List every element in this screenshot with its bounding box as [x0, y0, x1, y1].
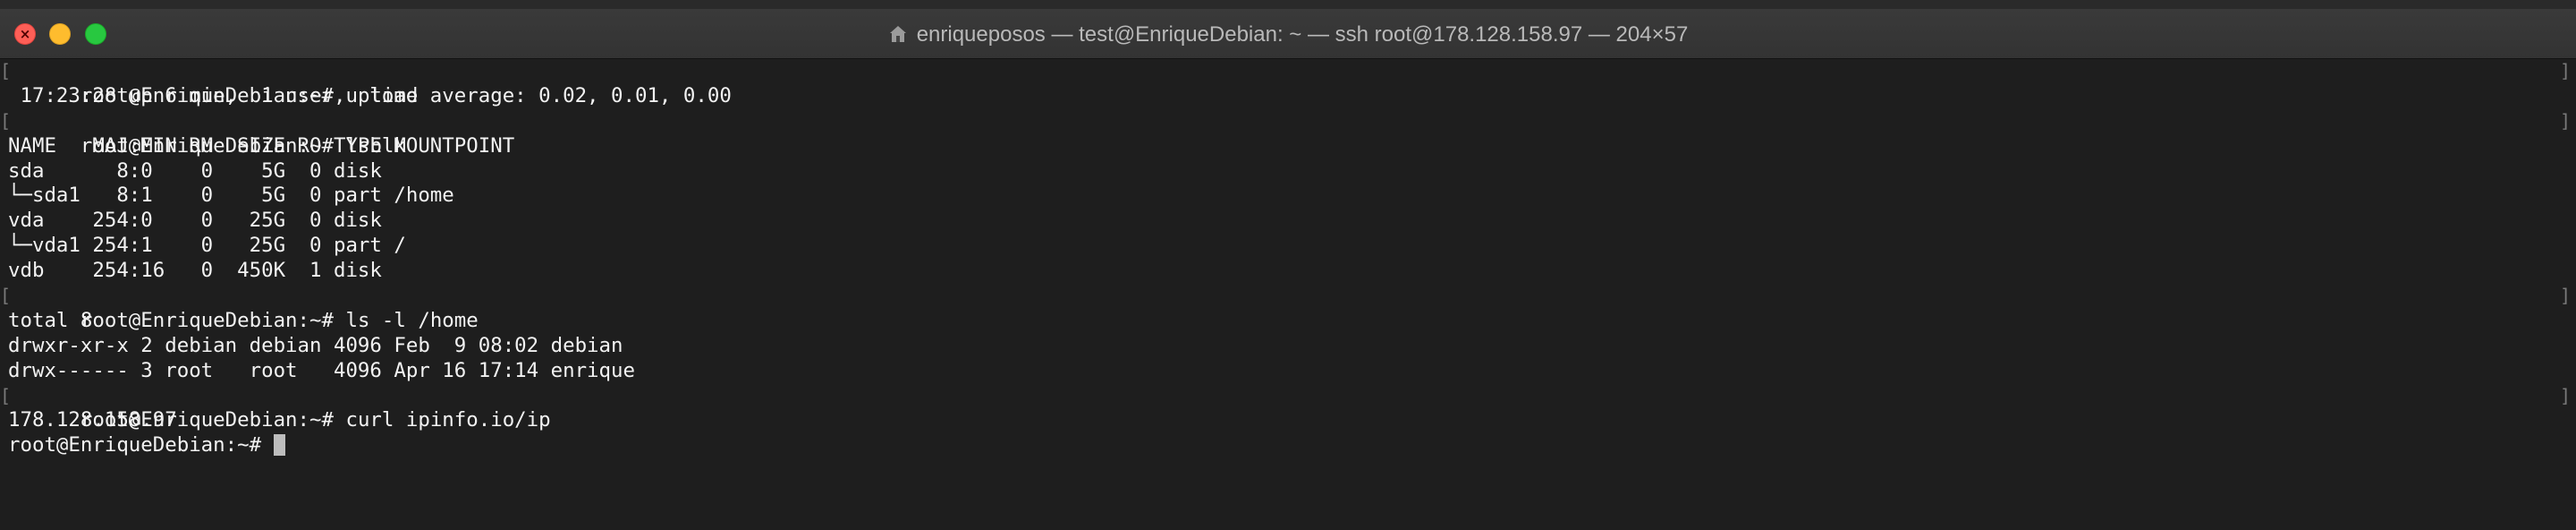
output-line: NAME MAJ:MIN RM SIZE RO TYPE MOUNTPOINT: [8, 133, 515, 158]
terminal-output[interactable]: [root@EnriqueDebian:~# uptime ] 17:23:28…: [0, 59, 2576, 530]
terminal-line: root@EnriqueDebian:~#: [0, 433, 2576, 458]
prompt-mark-right: ]: [2560, 384, 2572, 406]
title-bar[interactable]: × enriqueposos — test@EnriqueDebian: ~ —…: [0, 0, 2576, 59]
terminal-line: total 8: [0, 309, 2576, 334]
output-line: └─vda1 254:1 0 25G 0 part /: [8, 234, 406, 258]
terminal-line: [root@EnriqueDebian:~# curl ipinfo.io/ip…: [0, 384, 2576, 432]
prompt-mark-left: [: [0, 384, 12, 406]
output-line: drwx------ 3 root root 4096 Apr 16 17:14…: [8, 358, 635, 382]
terminal-window: × enriqueposos — test@EnriqueDebian: ~ —…: [0, 0, 2576, 530]
terminal-line: 17:23:28 up 6 min, 1 user, load average:…: [0, 84, 2576, 109]
terminal-line: [root@EnriqueDebian:~# uptime ]: [0, 59, 2576, 107]
terminal-line: [root@EnriqueDebian:~# lsblk ]: [0, 109, 2576, 158]
terminal-line: └─vda1 254:1 0 25G 0 part /: [0, 234, 2576, 259]
output-line: └─sda1 8:1 0 5G 0 part /home: [8, 184, 454, 208]
window-title: enriqueposos — test@EnriqueDebian: ~ — s…: [0, 21, 2576, 48]
terminal-line: drwxr-xr-x 2 debian debian 4096 Feb 9 08…: [0, 334, 2576, 359]
text-cursor: [273, 434, 285, 457]
output-line: vdb 254:16 0 450K 1 disk: [8, 259, 382, 283]
output-line: 17:23:28 up 6 min, 1 user, load average:…: [8, 83, 732, 107]
output-line: drwxr-xr-x 2 debian debian 4096 Feb 9 08…: [8, 333, 623, 357]
output-line: sda 8:0 0 5G 0 disk: [8, 158, 382, 183]
prompt-mark-right: ]: [2560, 285, 2572, 307]
prompt-mark-right: ]: [2560, 109, 2572, 132]
terminal-line: └─sda1 8:1 0 5G 0 part /home: [0, 184, 2576, 209]
prompt-mark-left: [: [0, 285, 12, 307]
output-line: total 8: [8, 308, 93, 332]
active-prompt: root@EnriqueDebian:~#: [8, 433, 274, 457]
terminal-line: 178.128.158.97: [0, 408, 2576, 433]
output-line: vda 254:0 0 25G 0 disk: [8, 209, 382, 233]
terminal-line: sda 8:0 0 5G 0 disk: [0, 159, 2576, 184]
terminal-line: vda 254:0 0 25G 0 disk: [0, 209, 2576, 234]
terminal-line: drwx------ 3 root root 4096 Apr 16 17:14…: [0, 359, 2576, 384]
terminal-line: [root@EnriqueDebian:~# ls -l /home ]: [0, 284, 2576, 332]
prompt-mark-right: ]: [2560, 60, 2572, 81]
window-title-text: enriqueposos — test@EnriqueDebian: ~ — s…: [916, 22, 1689, 47]
output-line: 178.128.158.97: [8, 408, 177, 432]
prompt-mark-left: [: [0, 109, 12, 132]
home-folder-icon: [889, 26, 906, 42]
prompt-mark-left: [: [0, 60, 12, 81]
title-bar-strip: [0, 0, 2576, 9]
terminal-line: vdb 254:16 0 450K 1 disk: [0, 259, 2576, 284]
terminal-line: NAME MAJ:MIN RM SIZE RO TYPE MOUNTPOINT: [0, 134, 2576, 159]
